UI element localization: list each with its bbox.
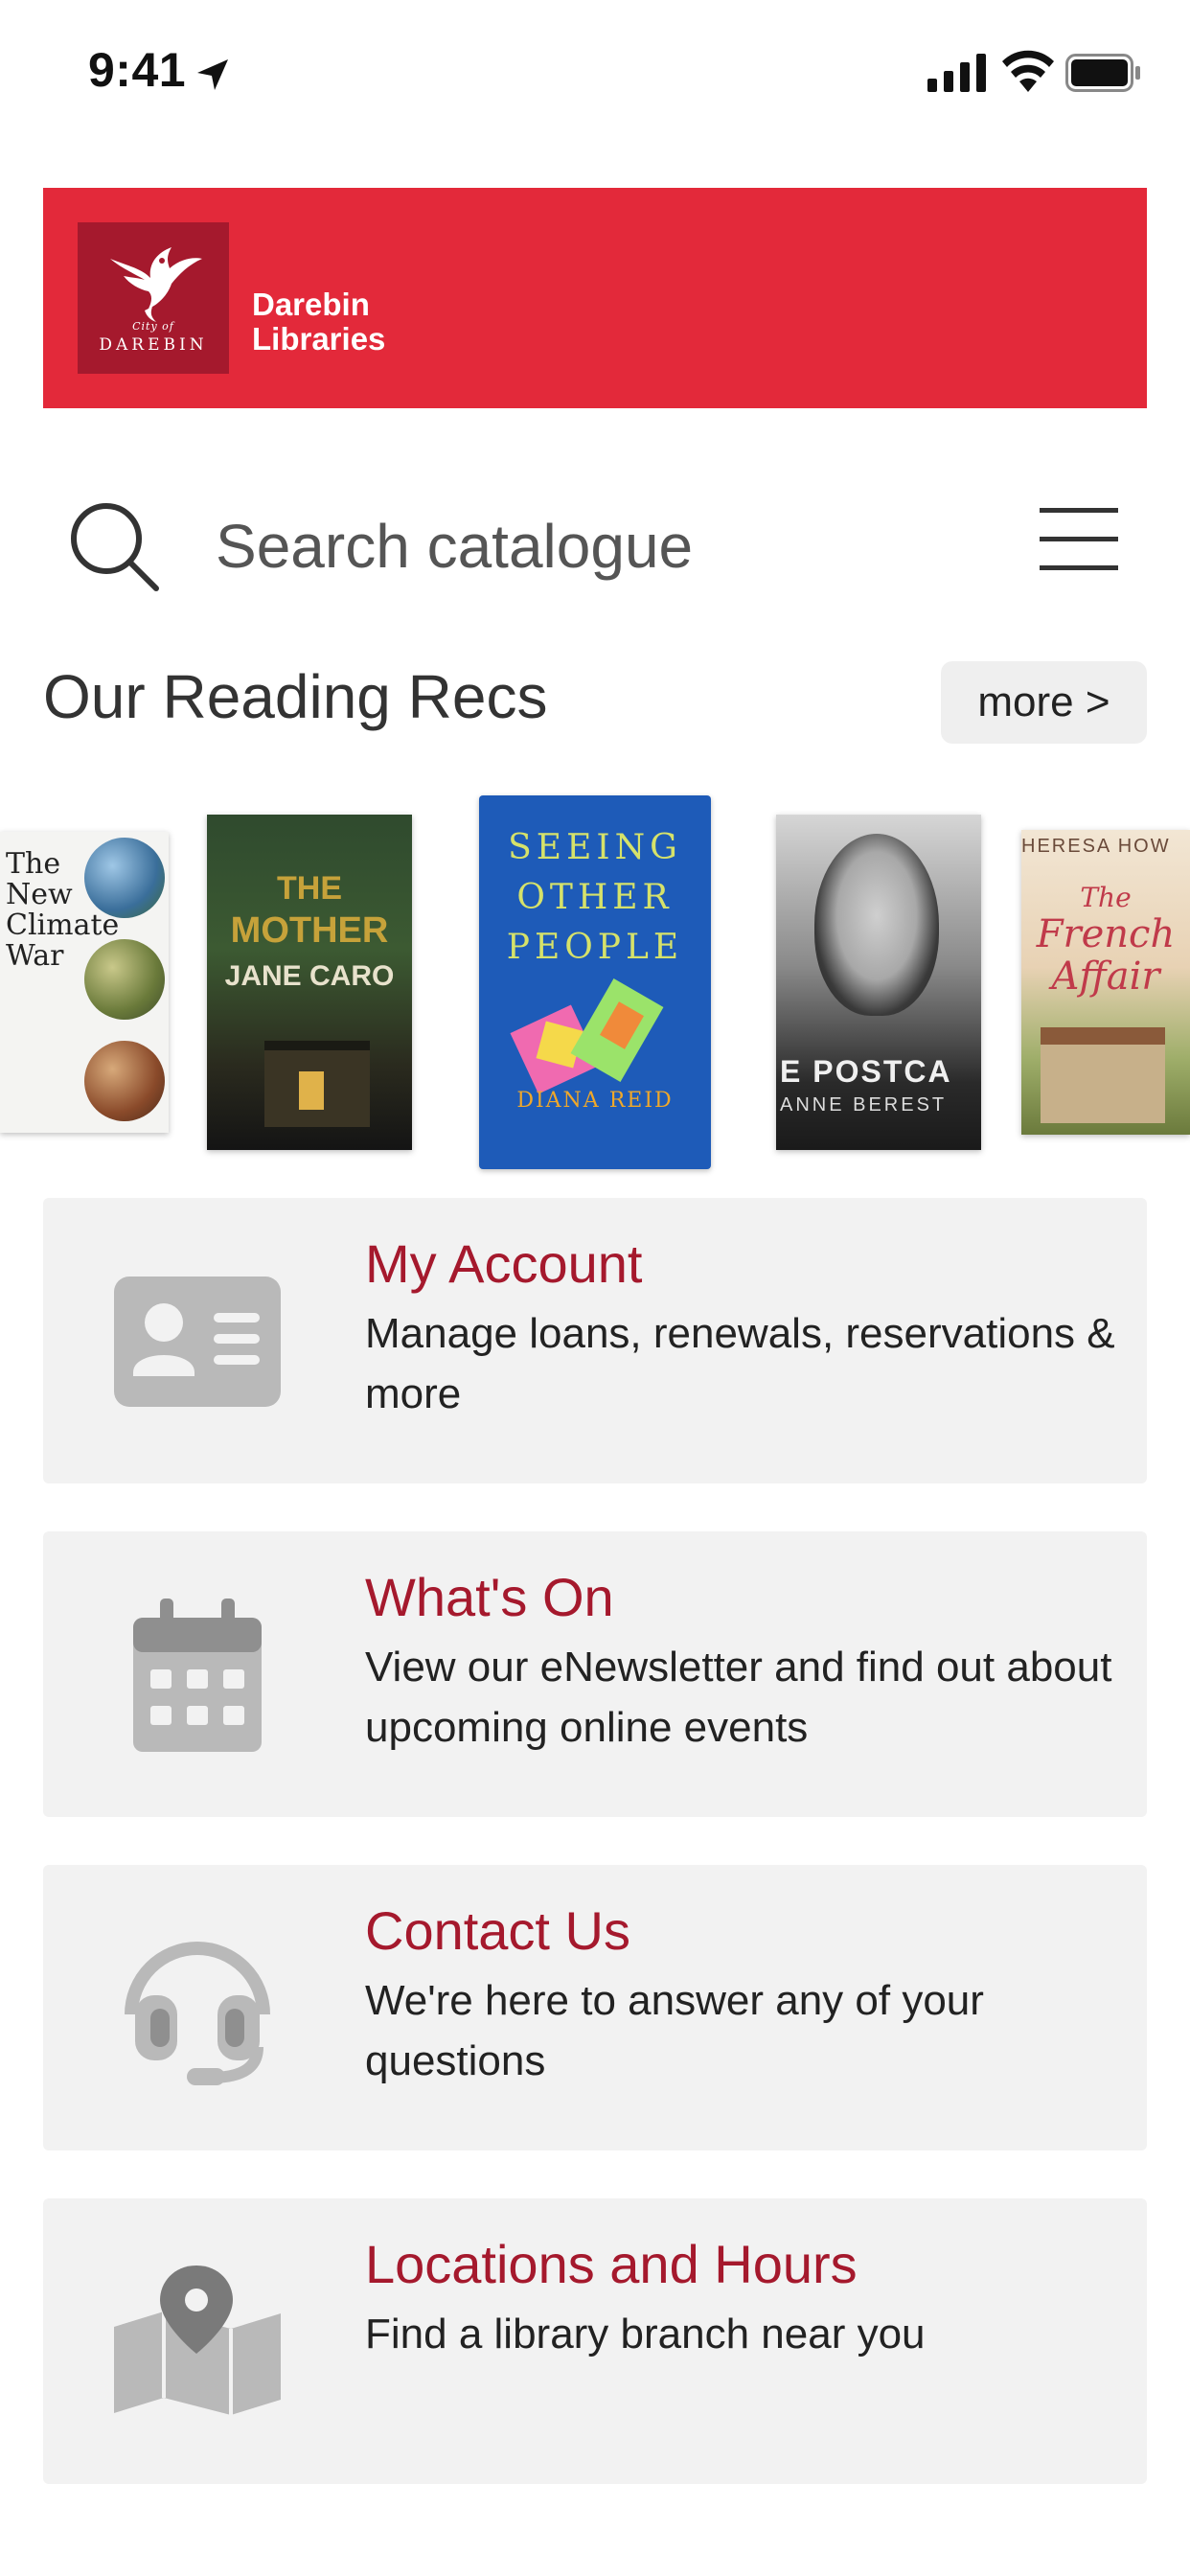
more-button[interactable]: more > [941,661,1147,744]
book-cover-text: ANNE BEREST [780,1094,948,1116]
locations-hours-card[interactable]: Locations and Hours Find a library branc… [43,2198,1147,2484]
book-cover-text: E POSTCA [780,1054,952,1089]
book-cover-art [814,834,939,1016]
reading-recs-heading: Our Reading Recs [43,662,548,731]
location-arrow-icon [197,59,228,90]
book-cover-text: DIANA REID [516,1089,674,1113]
header-banner[interactable]: City of DAREBIN Darebin Libraries [43,188,1147,408]
darebin-logo: City of DAREBIN [78,222,229,374]
map-pin-icon [114,2266,281,2415]
book-cover-text: HERESA HOW [1021,836,1171,857]
libraries-title-line2: Libraries [252,321,386,356]
contact-us-card[interactable]: Contact Us We're here to answer any of y… [43,1865,1147,2150]
card-title: Contact Us [365,1900,630,1961]
search-icon[interactable] [66,498,162,594]
book-cover-art [1041,1027,1165,1123]
card-title: Locations and Hours [365,2234,858,2294]
book-cover[interactable]: SEEING OTHER PEOPLE DIANA REID [479,795,711,1169]
book-cover-text: JANE CARO [224,960,395,992]
book-cover-art [299,1071,324,1110]
headset-icon [125,1942,270,2085]
battery-icon [1065,54,1140,92]
search-input[interactable] [216,503,886,589]
id-card-icon [114,1276,281,1407]
calendar-icon [133,1598,262,1752]
book-cover-text: THE [277,870,342,907]
book-cover-text: French [1036,912,1176,956]
cellular-signal-icon [927,54,986,92]
my-account-card[interactable]: My Account Manage loans, renewals, reser… [43,1198,1147,1484]
bird-logo-icon [110,247,202,322]
book-cover-art [84,1041,165,1121]
search-bar [43,479,1147,613]
book-cover[interactable]: The New Climate War [0,832,169,1133]
status-bar: 9:41 [0,0,1190,144]
logo-city-of: City of [132,320,174,333]
book-cover[interactable]: E POSTCA ANNE BEREST [776,815,981,1150]
libraries-title-line1: Darebin [252,287,370,322]
card-description: Manage loans, renewals, reservations & m… [365,1310,1115,1417]
book-cover-text: MOTHER [230,910,389,951]
book-cover-text: SEEING [508,828,682,867]
book-cover-art [510,978,665,1094]
card-title: My Account [365,1233,643,1294]
whats-on-card[interactable]: What's On View our eNewsletter and find … [43,1531,1147,1817]
logo-darebin: DAREBIN [99,335,208,355]
card-description: We're here to answer any of your questio… [365,1977,984,2084]
book-cover-text: OTHER [516,878,674,917]
libraries-title: Darebin Libraries [252,288,385,356]
card-description: View our eNewsletter and find out about … [365,1644,1112,1751]
book-cover-art [84,838,165,918]
wifi-icon [1002,50,1054,92]
book-cover-art [84,939,165,1020]
card-title: What's On [365,1567,614,1627]
book-cover[interactable]: THE MOTHER JANE CARO [207,815,412,1150]
book-cover-text: PEOPLE [506,928,684,967]
hamburger-menu-icon[interactable] [1040,506,1118,573]
card-description: Find a library branch near you [365,2311,926,2358]
book-cover-text: Climate [6,908,120,942]
status-time: 9:41 [88,43,187,97]
book-cover[interactable]: HERESA HOW The French Affair [1021,830,1190,1135]
book-cover-text: The [1080,882,1132,913]
book-cover-text: Affair [1051,954,1160,999]
